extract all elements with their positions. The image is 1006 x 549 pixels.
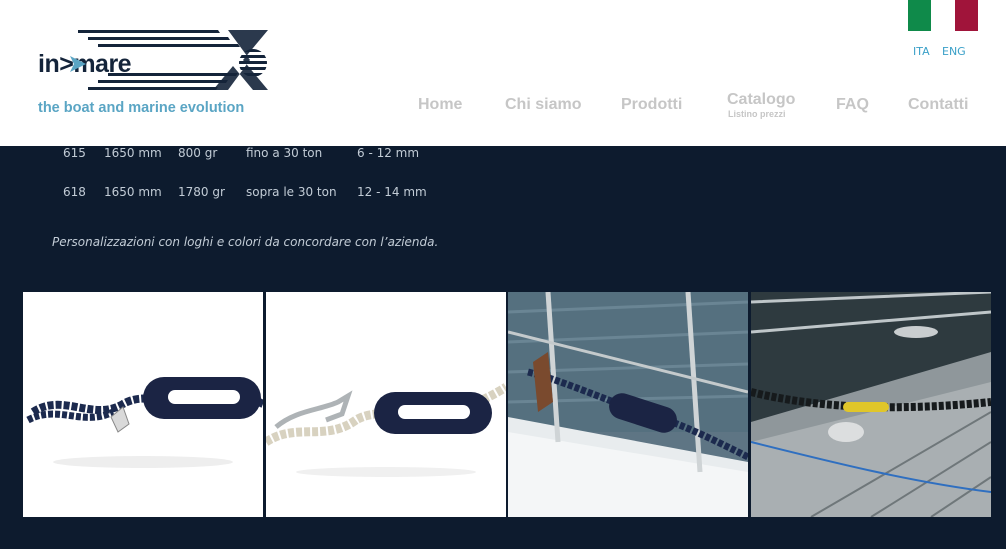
nav-catalogo-subtitle[interactable]: Listino prezzi xyxy=(728,109,786,119)
white-snubber-image xyxy=(266,383,506,477)
site-header: in>mare the boat and marine evolution IT… xyxy=(0,0,1006,146)
nav-catalogo[interactable]: Catalogo xyxy=(727,91,795,109)
lang-link-ita[interactable]: ITA xyxy=(913,45,930,58)
flag-white-band xyxy=(931,0,955,31)
spec-code: 618 xyxy=(63,185,86,199)
spec-capacity: fino a 30 ton xyxy=(246,146,323,160)
customization-note: Personalizzazioni con loghi e colori da … xyxy=(52,235,439,249)
spec-diameter: 6 - 12 mm xyxy=(357,146,420,160)
flag-green-band xyxy=(908,0,932,31)
flag-red-band xyxy=(954,0,978,31)
spec-weight: 1780 gr xyxy=(178,185,225,199)
gallery-photo-navy-snubber[interactable] xyxy=(23,292,263,517)
spec-code: 615 xyxy=(63,146,86,160)
spec-weight: 800 gr xyxy=(178,146,218,160)
gallery-photo-deck-cleat[interactable] xyxy=(751,292,991,517)
spec-length: 1650 mm xyxy=(104,185,162,199)
lang-link-eng[interactable]: ENG xyxy=(942,45,966,58)
nav-home[interactable]: Home xyxy=(418,96,462,114)
spec-diameter: 12 - 14 mm xyxy=(357,185,427,199)
nav-faq[interactable]: FAQ xyxy=(836,96,869,114)
sailboat-bow-image xyxy=(508,292,748,517)
nav-contatti[interactable]: Contatti xyxy=(908,96,968,114)
brand-logo[interactable]: in>mare the boat and marine evolution xyxy=(38,28,270,120)
spec-capacity: sopra le 30 ton xyxy=(246,185,337,199)
gallery-photo-sailboat-bow[interactable] xyxy=(508,292,748,517)
logo-globe-icon xyxy=(239,49,267,76)
nav-prodotti[interactable]: Prodotti xyxy=(621,96,682,114)
gallery-photo-white-snubber[interactable] xyxy=(266,292,506,517)
spec-length: 1650 mm xyxy=(104,146,162,160)
logo-tagline: the boat and marine evolution xyxy=(38,100,245,116)
nav-chi-siamo[interactable]: Chi siamo xyxy=(505,96,581,114)
navy-snubber-image xyxy=(26,377,263,468)
logo-arrow-icon xyxy=(70,56,86,72)
italian-flag-icon[interactable] xyxy=(908,0,978,31)
deck-cleat-image xyxy=(751,292,991,517)
